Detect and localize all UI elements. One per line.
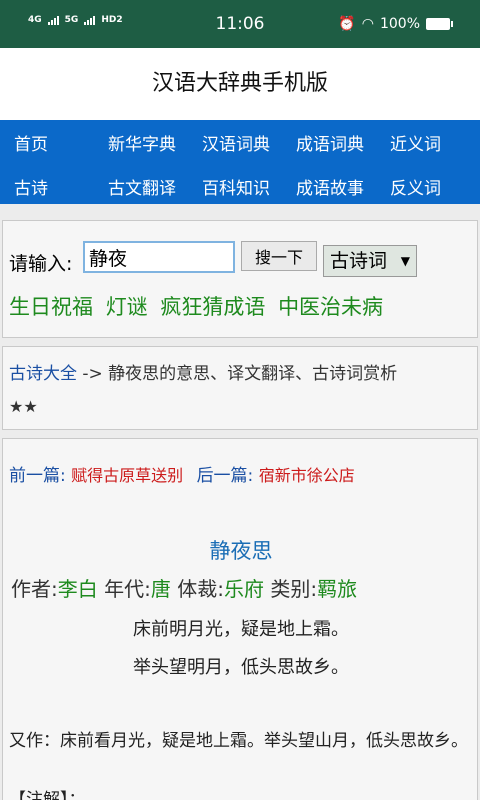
nav-ancient-poems[interactable]: 古诗 (14, 174, 48, 199)
search-label: 请输入: (9, 253, 73, 275)
search-input[interactable] (83, 241, 235, 273)
nav-xinhua-dictionary[interactable]: 新华字典 (108, 130, 176, 155)
status-bar: 4G 5G HD2 11:06 ⏰ ◠ 100% (0, 0, 480, 48)
nav-home[interactable]: 首页 (14, 130, 48, 155)
poem-title: 静夜思 (209, 539, 273, 563)
form-link[interactable]: 乐府 (224, 577, 264, 601)
nav-idiom-dictionary[interactable]: 成语词典 (296, 130, 364, 155)
poem-meta: 作者:李白 年代:唐 体裁:乐府 类别:羁旅 (11, 573, 357, 602)
battery-icon (426, 18, 453, 30)
nav-menu: 首页 新华字典 汉语词典 成语词典 近义词 古诗 古文翻译 百科知识 成语故事 … (0, 120, 480, 204)
prev-poem-link[interactable]: 赋得古原草送别 (71, 466, 183, 485)
breadcrumb-line: 古诗大全 -> 静夜思的意思、译文翻译、古诗词赏析 (9, 359, 397, 384)
form-label: 体裁: (177, 577, 224, 601)
era-label: 年代: (104, 577, 151, 601)
dropdown-arrow-icon: ▼ (400, 254, 410, 268)
wifi-icon: ◠ (361, 16, 374, 32)
search-panel: 请输入: 搜一下 古诗词 ▼ 生日祝福 灯谜 疯狂猜成语 中医治未病 (2, 220, 478, 338)
category-select[interactable]: 古诗词 ▼ (323, 245, 417, 277)
annotation-heading: 【注解】： (9, 790, 86, 800)
next-label: 后一篇: (196, 466, 254, 486)
breadcrumb-current: -> 静夜思的意思、译文翻译、古诗词赏析 (77, 364, 398, 384)
poem-content: 前一篇: 赋得古原草送别 后一篇: 宿新市徐公店 静夜思 作者:李白 年代:唐 … (2, 438, 478, 800)
nav-synonyms[interactable]: 近义词 (390, 130, 441, 155)
link-riddles[interactable]: 灯谜 (106, 295, 148, 319)
quick-links: 生日祝福 灯谜 疯狂猜成语 中医治未病 (9, 291, 389, 321)
search-button[interactable]: 搜一下 (241, 241, 317, 271)
app-title: 汉语大辞典手机版 (0, 48, 480, 120)
nav-chinese-dictionary[interactable]: 汉语词典 (202, 130, 270, 155)
breadcrumb-link-poems[interactable]: 古诗大全 (9, 364, 77, 384)
poem-line: 床前明月光，疑是地上霜。 (133, 619, 349, 640)
status-icons: ⏰ ◠ 100% (338, 16, 453, 32)
next-poem-link[interactable]: 宿新市徐公店 (259, 466, 355, 485)
poem-line: 举头望明月，低头思故乡。 (133, 657, 349, 678)
nav-encyclopedia[interactable]: 百科知识 (202, 174, 270, 199)
nav-idiom-stories[interactable]: 成语故事 (296, 174, 364, 199)
alternate-version: 又作：床前看月光，疑是地上霜。举头望山月，低头思故乡。 (9, 731, 468, 751)
nav-classical-translation[interactable]: 古文翻译 (108, 174, 176, 199)
category-select-value: 古诗词 (330, 250, 388, 272)
prev-label: 前一篇: (9, 466, 66, 486)
author-link[interactable]: 李白 (58, 577, 98, 601)
era-link[interactable]: 唐 (151, 577, 171, 601)
breadcrumb: 古诗大全 -> 静夜思的意思、译文翻译、古诗词赏析 ★★ (2, 346, 478, 430)
rating-stars: ★★ (9, 397, 38, 416)
author-label: 作者: (11, 577, 58, 601)
prev-next-nav: 前一篇: 赋得古原草送别 后一篇: 宿新市徐公店 (9, 461, 363, 486)
nav-antonyms[interactable]: 反义词 (390, 174, 441, 199)
battery-percent: 100% (379, 16, 420, 32)
alarm-icon: ⏰ (338, 16, 356, 32)
link-idiom-guess[interactable]: 疯狂猜成语 (160, 295, 265, 319)
link-birthday-wishes[interactable]: 生日祝福 (9, 295, 93, 319)
link-tcm[interactable]: 中医治未病 (278, 295, 383, 319)
category-link[interactable]: 羁旅 (317, 577, 357, 601)
category-label: 类别: (270, 577, 318, 601)
